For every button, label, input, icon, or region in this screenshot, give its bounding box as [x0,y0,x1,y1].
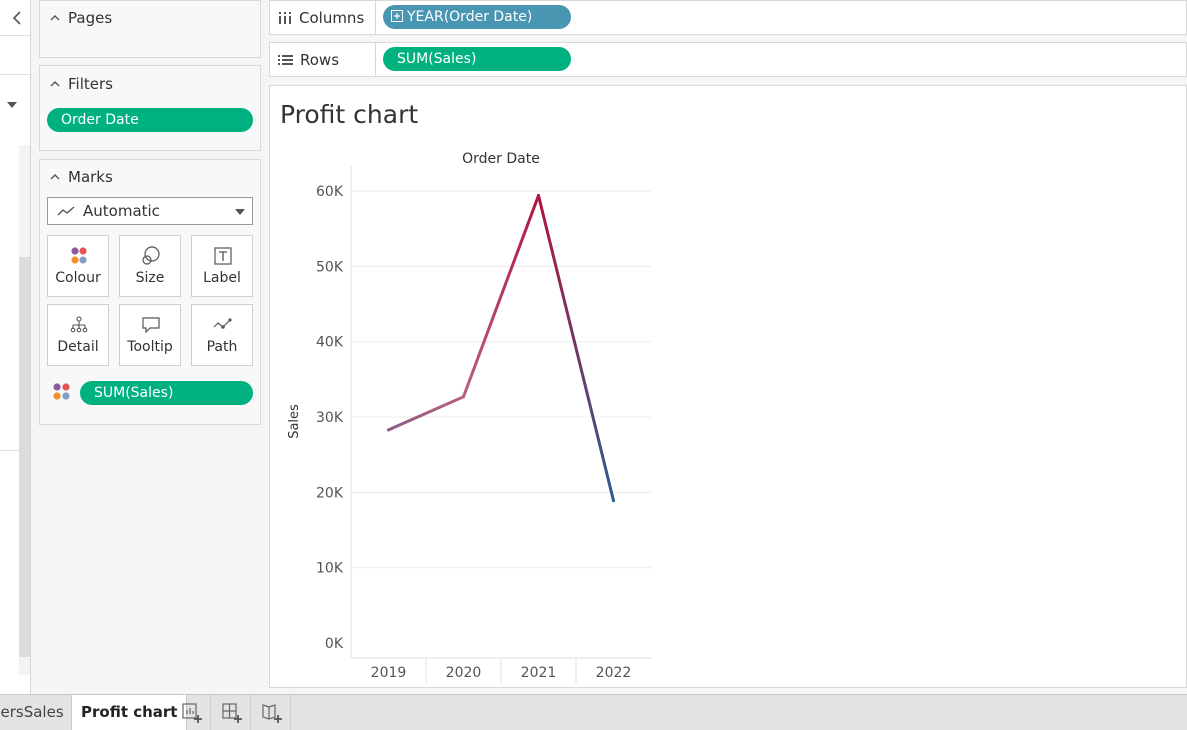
worksheet-view: Profit chart Order Date 0K 10K 20K 30K 40K 50K… [269,85,1187,688]
tooltip-label: Tooltip [127,339,173,355]
filters-title: Filters [68,75,113,93]
new-story-button[interactable] [251,695,291,730]
divider [0,450,30,451]
y-tick-label: 10K [316,561,344,577]
y-tick-label: 50K [316,259,344,275]
colour-encoding-icon [53,383,70,400]
marks-card: Marks Automatic Colour Size Label Detail [39,159,261,425]
marks-title: Marks [68,168,113,186]
line-chart: Order Date 0K 10K 20K 30K 40K 50K 60K 2019 2020 20… [287,151,651,683]
chevron-up-icon[interactable] [50,172,60,182]
rows-pill-sum-sales[interactable]: SUM(Sales) [383,47,571,71]
detail-label: Detail [57,339,99,355]
label-label: Label [203,270,241,286]
x-tick-label: 2019 [371,665,407,681]
x-tick-label: 2020 [446,665,482,681]
filters-card: Filters Order Date [39,65,261,151]
line-segment [537,194,615,503]
y-tick-label: 40K [316,335,344,351]
pages-title: Pages [68,9,113,27]
label-icon [214,247,232,265]
tooltip-icon [142,317,160,334]
y-tick-label: 60K [316,184,344,200]
mark-type-select[interactable]: Automatic [47,197,253,225]
columns-label: Columns [299,8,365,27]
rows-shelf: Rows SUM(Sales) [269,42,1187,77]
tab-customers-sales[interactable]: nersSales [0,695,71,730]
new-worksheet-icon [182,703,202,723]
divider [0,74,30,75]
y-tick-label: 0K [325,636,344,652]
columns-pill-label: YEAR(Order Date) [407,9,533,25]
size-label: Size [135,270,165,286]
rows-icon [278,54,293,65]
data-point [462,395,465,399]
sheet-tab-bar: nersSales Profit chart [0,694,1187,730]
new-dashboard-icon [222,703,242,723]
chevron-up-icon[interactable] [50,79,60,89]
marks-header: Marks [50,168,113,186]
data-point [612,499,615,503]
tooltip-button[interactable]: Tooltip [119,304,181,366]
dropdown-icon[interactable] [7,102,17,108]
data-point [537,194,540,198]
line-segment [387,395,465,432]
divider [0,35,30,36]
new-worksheet-button[interactable] [171,695,211,730]
label-button[interactable]: Label [191,235,253,297]
y-tick-label: 30K [316,410,344,426]
path-icon [213,318,232,329]
mark-type-value: Automatic [83,202,160,220]
colour-button[interactable]: Colour [47,235,109,297]
x-tick-label: 2021 [521,665,557,681]
tab-profit-chart[interactable]: Profit chart [71,695,188,730]
data-pane-strip [0,0,31,694]
columns-shelf-label-wrap: Columns [270,1,376,34]
expand-plus-icon[interactable] [391,10,403,22]
detail-icon [70,316,88,333]
line-chart-icon [57,206,75,216]
x-tick-label: 2022 [596,665,632,681]
new-story-icon [262,704,282,723]
path-label: Path [206,339,238,355]
line-segment [462,194,540,399]
column-header-label: Order Date [462,151,540,167]
colour-icon [71,247,87,264]
pages-card: Pages [39,0,261,58]
filters-header: Filters [50,75,113,93]
collapse-pane-icon[interactable] [10,10,24,26]
path-button[interactable]: Path [191,304,253,366]
y-axis-title: Sales [287,404,302,439]
size-icon [142,246,160,265]
chevron-up-icon[interactable] [50,13,60,23]
columns-shelf: Columns YEAR(Order Date) [269,0,1187,35]
columns-pill-year-order-date[interactable]: YEAR(Order Date) [383,5,571,29]
new-dashboard-button[interactable] [211,695,251,730]
pages-header: Pages [50,9,112,27]
y-tick-label: 20K [316,485,344,501]
scrollbar-thumb[interactable] [19,257,30,657]
size-button[interactable]: Size [119,235,181,297]
filter-pill-order-date[interactable]: Order Date [47,108,253,132]
colour-label: Colour [55,270,101,286]
rows-shelf-label-wrap: Rows [270,43,376,76]
colour-pill-sum-sales[interactable]: SUM(Sales) [80,381,253,405]
data-point [387,428,390,432]
chevron-down-icon [235,209,245,215]
columns-icon [279,11,291,24]
detail-button[interactable]: Detail [47,304,109,366]
rows-label: Rows [300,50,340,69]
